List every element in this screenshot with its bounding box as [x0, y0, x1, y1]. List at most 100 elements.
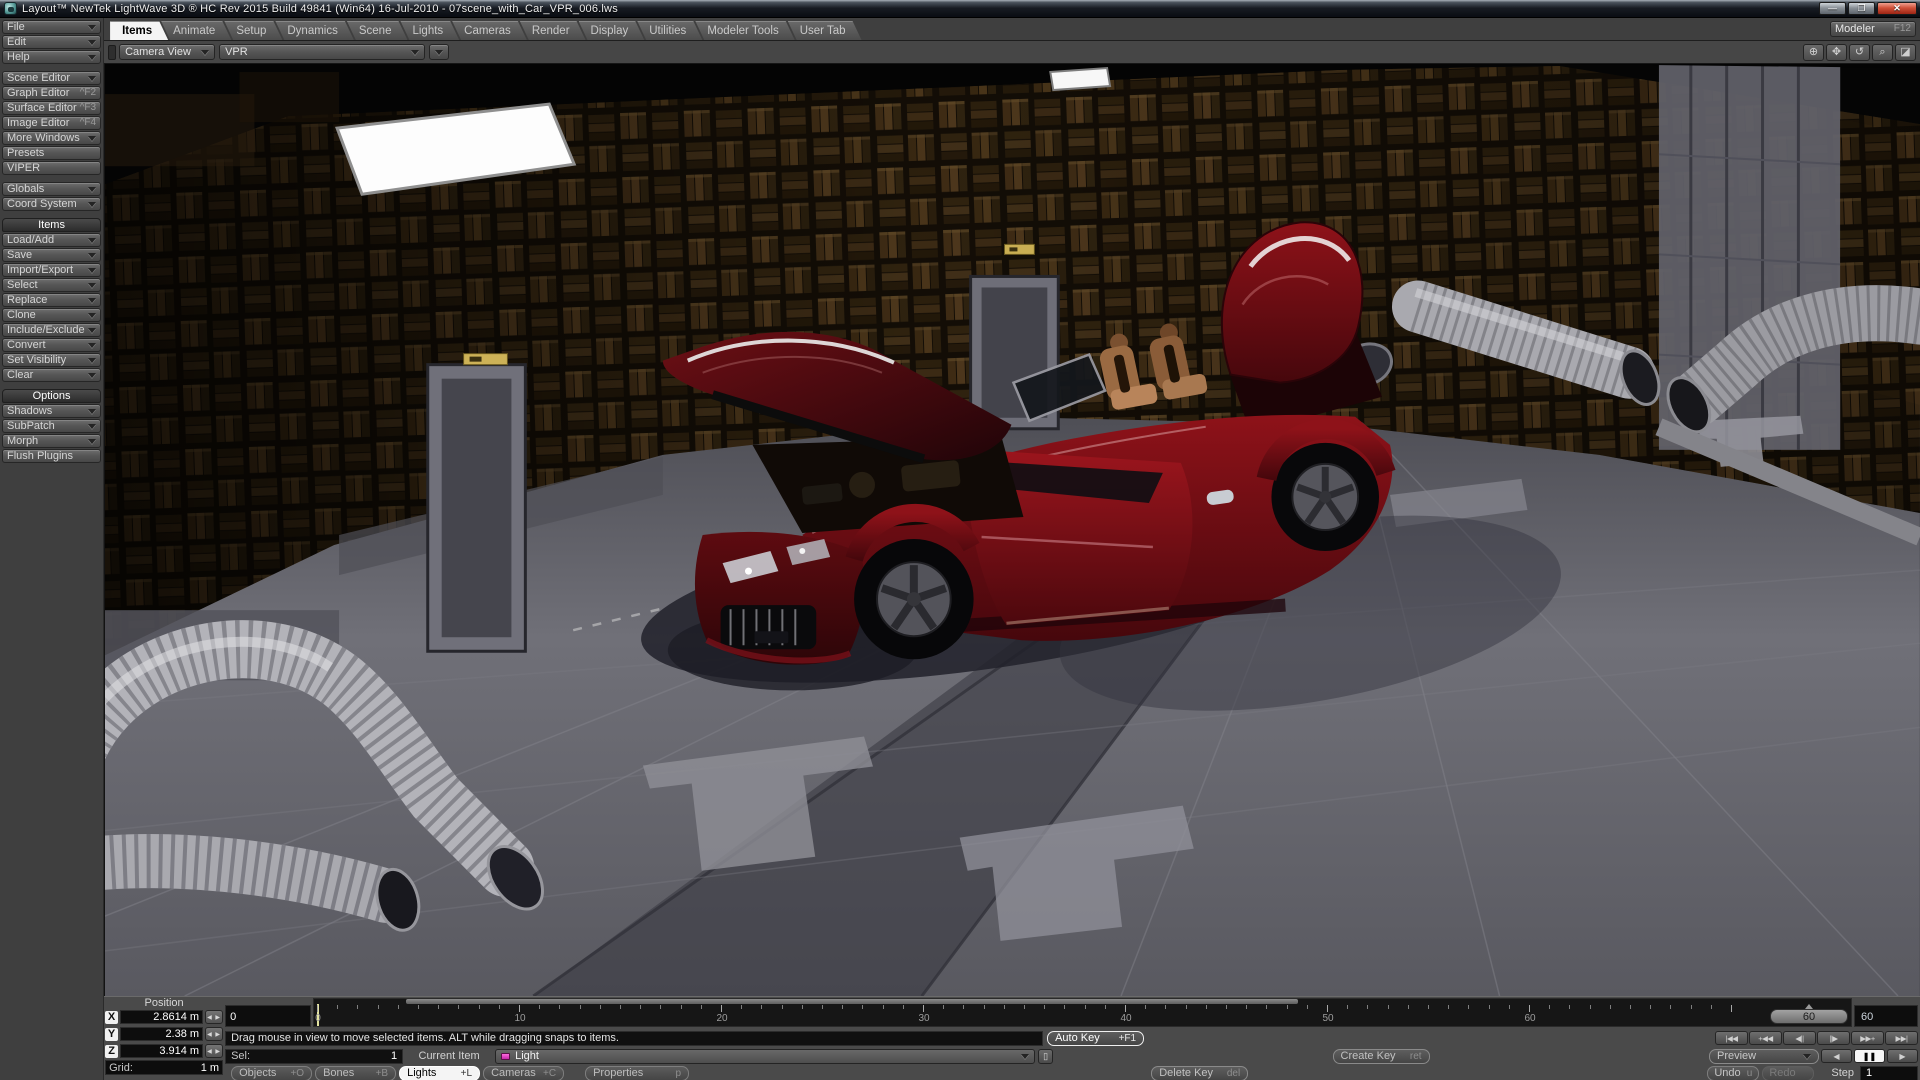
objects-tab[interactable]: Objects+O	[231, 1066, 312, 1080]
step-field[interactable]: 1	[1860, 1066, 1918, 1080]
set-visibility-button[interactable]: Set Visibility	[2, 353, 101, 367]
next-keyframe-button[interactable]: ▶▶+	[1851, 1031, 1884, 1045]
timeline-tick	[1347, 1005, 1348, 1009]
timeline-tick	[1024, 1005, 1025, 1009]
tab-cameras[interactable]: Cameras	[452, 21, 527, 40]
center-item-icon[interactable]: ⊕	[1803, 44, 1824, 61]
pause-button[interactable]: ❚❚	[1854, 1049, 1885, 1063]
timeline-tick	[1307, 1005, 1308, 1009]
x-value-field[interactable]: 2.8614 m	[120, 1010, 203, 1024]
preview-dropdown[interactable]: Preview	[1709, 1049, 1819, 1064]
include-exclude-button[interactable]: Include/Exclude	[2, 323, 101, 337]
modeler-launch-button[interactable]: Modeler F12	[1830, 21, 1916, 37]
view-options-dropdown[interactable]	[429, 44, 449, 60]
step-back-button[interactable]: ◀||	[1783, 1031, 1816, 1045]
help-menu[interactable]: Help	[2, 50, 101, 64]
image-editor-button[interactable]: Image Editor^F4	[2, 116, 101, 130]
clone-button[interactable]: Clone	[2, 308, 101, 322]
z-spinner[interactable]	[205, 1044, 223, 1058]
tab-setup[interactable]: Setup	[224, 21, 282, 40]
zoom-view-icon[interactable]: ⌕	[1872, 44, 1893, 61]
close-button[interactable]: ✕	[1877, 2, 1917, 15]
restore-button[interactable]: ❐	[1848, 2, 1875, 15]
load-add-button[interactable]: Load/Add	[2, 233, 101, 247]
convert-button[interactable]: Convert	[2, 338, 101, 352]
z-value-field[interactable]: 3.914 m	[120, 1044, 203, 1058]
flush-plugins-button[interactable]: Flush Plugins	[2, 449, 101, 463]
undo-button[interactable]: Undou	[1707, 1066, 1759, 1080]
viewport-corner-block	[108, 45, 116, 60]
fit-view-icon[interactable]: ◪	[1895, 44, 1916, 61]
viewport-render[interactable]	[105, 64, 1920, 996]
timeline-ruler[interactable]: 60 0102030405060	[313, 998, 1852, 1027]
properties-button[interactable]: Propertiesp	[585, 1066, 689, 1080]
z-axis-badge[interactable]: Z	[105, 1045, 118, 1058]
current-item-dropdown[interactable]: Light	[495, 1049, 1035, 1064]
import-export-button[interactable]: Import/Export	[2, 263, 101, 277]
current-frame-field[interactable]: 0	[225, 1005, 311, 1027]
step-forward-button[interactable]: ||▶	[1817, 1031, 1850, 1045]
light-icon	[501, 1053, 510, 1060]
y-spinner[interactable]	[205, 1027, 223, 1041]
dropdown-arrow-icon	[88, 373, 96, 378]
surface-editor-button[interactable]: Surface Editor^F3	[2, 101, 101, 115]
edit-menu[interactable]: Edit	[2, 35, 101, 49]
save-button[interactable]: Save	[2, 248, 101, 262]
item-info-button[interactable]: ▯	[1038, 1049, 1053, 1064]
position-mode-label[interactable]: Position	[105, 997, 223, 1009]
y-axis-badge[interactable]: Y	[105, 1028, 118, 1041]
y-value-field[interactable]: 2.38 m	[120, 1027, 203, 1041]
go-last-frame-button[interactable]: ▶▶|	[1885, 1031, 1918, 1045]
render-mode-dropdown[interactable]: VPR	[219, 44, 425, 60]
bones-tab[interactable]: Bones+B	[315, 1066, 396, 1080]
prev-keyframe-button[interactable]: +◀◀	[1749, 1031, 1782, 1045]
graph-editor-button[interactable]: Graph Editor^F2	[2, 86, 101, 100]
rotate-view-icon[interactable]: ↺	[1849, 44, 1870, 61]
viewport[interactable]	[104, 64, 1920, 996]
morph-button[interactable]: Morph	[2, 434, 101, 448]
subpatch-button[interactable]: SubPatch	[2, 419, 101, 433]
x-spinner[interactable]	[205, 1010, 223, 1024]
redo-button[interactable]: Redo	[1762, 1066, 1814, 1080]
tab-animate[interactable]: Animate	[161, 21, 231, 40]
auto-key-button[interactable]: Auto Key+F1	[1047, 1031, 1144, 1046]
scene-editor-button[interactable]: Scene Editor	[2, 71, 101, 85]
lights-tab[interactable]: Lights+L	[399, 1066, 480, 1080]
timeline-tick-label: 50	[1322, 1013, 1333, 1024]
replace-button[interactable]: Replace	[2, 293, 101, 307]
tab-render[interactable]: Render	[520, 21, 586, 40]
tab-scene[interactable]: Scene	[347, 21, 408, 40]
end-frame-handle[interactable]: 60	[1770, 1009, 1848, 1024]
end-frame-field[interactable]: 60	[1854, 1005, 1918, 1027]
tab-items[interactable]: Items	[110, 21, 168, 40]
move-view-icon[interactable]: ✥	[1826, 44, 1847, 61]
x-axis-badge[interactable]: X	[105, 1011, 118, 1024]
play-forward-button[interactable]: ▶	[1887, 1049, 1918, 1063]
coord-system-button[interactable]: Coord System	[2, 197, 101, 211]
tab-modeler-tools[interactable]: Modeler Tools	[695, 21, 794, 40]
create-key-button[interactable]: Create Keyret	[1333, 1049, 1430, 1064]
select-button[interactable]: Select	[2, 278, 101, 292]
cameras-tab[interactable]: Cameras+C	[483, 1066, 564, 1080]
tab-user-tab[interactable]: User Tab	[788, 21, 862, 40]
tab-utilities[interactable]: Utilities	[637, 21, 702, 40]
title-bar[interactable]: Layout™ NewTek LightWave 3D ® HC Rev 201…	[0, 0, 1920, 18]
tab-display[interactable]: Display	[579, 21, 645, 40]
view-type-dropdown[interactable]: Camera View	[119, 44, 215, 60]
shadows-button[interactable]: Shadows	[2, 404, 101, 418]
go-first-frame-button[interactable]: |◀◀	[1715, 1031, 1748, 1045]
file-menu[interactable]: File	[2, 20, 101, 34]
minimize-button[interactable]: —	[1819, 2, 1846, 15]
app-icon	[4, 2, 17, 15]
presets-button[interactable]: Presets	[2, 146, 101, 160]
viper-button[interactable]: VIPER	[2, 161, 101, 175]
selection-count: Sel:1	[225, 1049, 403, 1064]
tab-dynamics[interactable]: Dynamics	[275, 21, 353, 40]
tab-lights[interactable]: Lights	[400, 21, 459, 40]
play-reverse-button[interactable]: ◀	[1821, 1049, 1852, 1063]
clear-button[interactable]: Clear	[2, 368, 101, 382]
globals-button[interactable]: Globals	[2, 182, 101, 196]
timeline-scrollbar[interactable]	[406, 999, 1297, 1004]
more-windows-button[interactable]: More Windows	[2, 131, 101, 145]
delete-key-button[interactable]: Delete Keydel	[1151, 1066, 1248, 1080]
